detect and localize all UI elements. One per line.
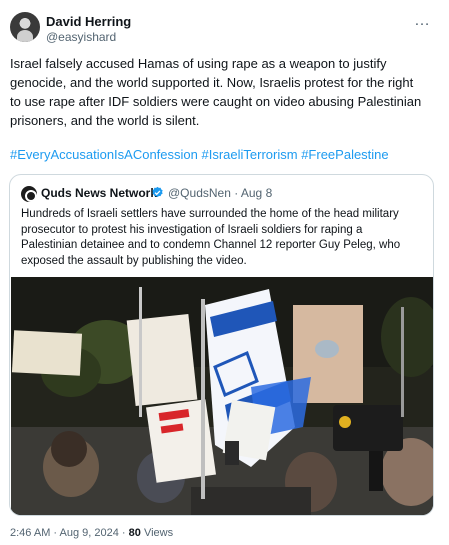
- tweet-line: to use rape after IDF soldiers were caug…: [10, 94, 422, 109]
- hashtag-link[interactable]: #FreePalestine: [301, 147, 388, 162]
- hashtag-link[interactable]: #IsraeliTerrorism: [202, 147, 298, 162]
- verified-badge-icon: [152, 186, 163, 198]
- protest-video-thumbnail[interactable]: [11, 277, 433, 515]
- quote-author-name[interactable]: Quds News Network: [41, 186, 157, 200]
- quote-line: exposed the assault by publishing the vi…: [21, 254, 247, 267]
- quote-text: Hundreds of Israeli settlers have surrou…: [21, 207, 425, 269]
- quote-avatar[interactable]: [21, 186, 37, 202]
- hashtag-row: #EveryAccusationIsAConfession #IsraeliTe…: [10, 146, 440, 164]
- timestamp[interactable]: 2:46 AM · Aug 9, 2024 ·: [10, 527, 129, 539]
- quote-line: Hundreds of Israeli settlers have surrou…: [21, 208, 399, 220]
- views-count: 80: [128, 527, 141, 539]
- tweet-line: prisoners, and the world is silent.: [10, 113, 200, 128]
- author-avatar[interactable]: [10, 12, 40, 42]
- author-name[interactable]: David Herring: [46, 14, 131, 29]
- quote-line: prosecutor to protest his investigation …: [21, 223, 363, 236]
- quoted-tweet-card[interactable]: Quds News Network @QudsNen · Aug 8 Hundr…: [9, 174, 434, 516]
- hashtag-link[interactable]: #EveryAccusationIsAConfession: [10, 147, 198, 162]
- views-label: Views: [140, 527, 174, 539]
- author-handle[interactable]: @easyishard: [46, 30, 116, 44]
- quote-handle-date[interactable]: @QudsNen · Aug 8: [168, 186, 272, 200]
- tweet-text: Israel falsely accused Hamas of using ra…: [10, 54, 440, 130]
- tweet-line: Israel falsely accused Hamas of using ra…: [10, 56, 387, 71]
- quote-line: Palestinian detainee and to condemn Chan…: [21, 239, 401, 251]
- tweet-line: genocide, and the world supported it. No…: [10, 75, 414, 90]
- tweet-meta: 2:46 AM · Aug 9, 2024 · 80 Views: [10, 527, 173, 539]
- more-options-icon[interactable]: …: [414, 12, 431, 30]
